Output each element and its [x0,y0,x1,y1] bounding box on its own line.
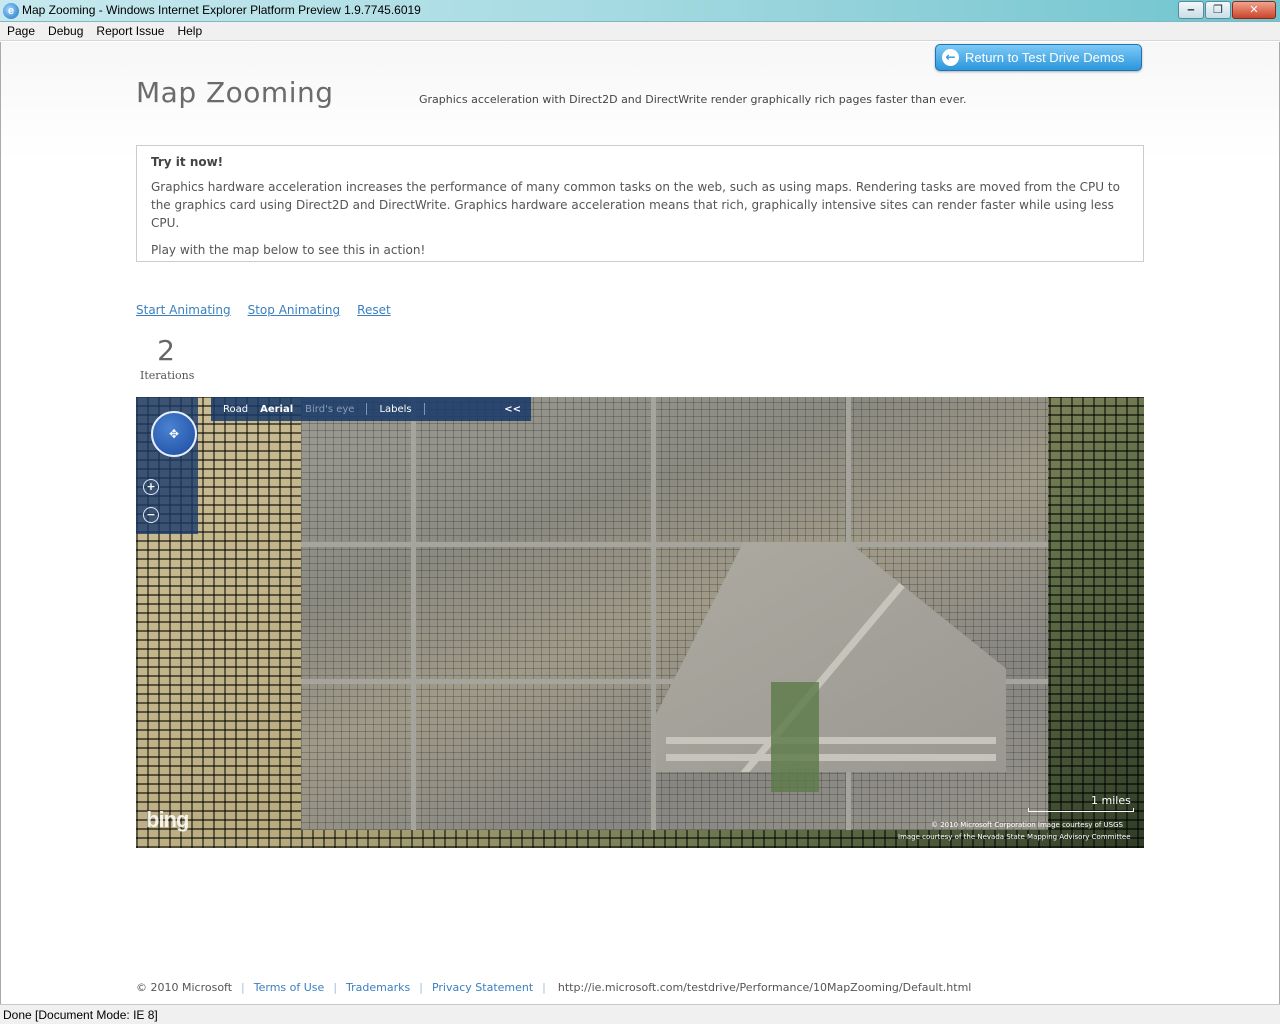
menu-page[interactable]: Page [0,22,41,40]
aerial-imagery [301,397,1048,830]
terms-of-use-link[interactable]: Terms of Use [254,981,325,994]
map-scale-bar [1028,808,1134,812]
footer-copyright: © 2010 Microsoft [136,981,233,994]
start-animating-link[interactable]: Start Animating [136,303,231,317]
collapse-nav-icon[interactable]: << [504,404,521,415]
stop-animating-link[interactable]: Stop Animating [248,303,341,317]
runway [666,737,996,744]
return-label: Return to Test Drive Demos [965,50,1125,65]
title-bar: e Map Zooming - Windows Internet Explore… [0,0,1280,22]
map-view-road[interactable]: Road [223,404,260,415]
page-url: http://ie.microsoft.com/testdrive/Perfor… [557,981,972,994]
page-title: Map Zooming [136,76,334,109]
privacy-statement-link[interactable]: Privacy Statement [432,981,533,994]
nav-divider [423,403,425,415]
iterations-label: Iterations [140,369,195,382]
info-paragraph-cta: Play with the map below to see this in a… [151,243,426,257]
map-view-aerial[interactable]: Aerial [260,404,305,415]
info-paragraph: Graphics hardware acceleration increases… [151,180,1120,230]
runway [666,754,996,761]
reset-link[interactable]: Reset [357,303,391,317]
iterations-count: 2 [157,334,175,367]
animation-controls: Start Animating Stop Animating Reset [136,303,391,317]
return-to-demos-button[interactable]: ← Return to Test Drive Demos [935,44,1142,71]
maximize-button[interactable]: ❐ [1205,1,1231,19]
airport-area [656,542,1006,772]
menu-debug[interactable]: Debug [41,22,89,40]
status-text: Done [Document Mode: IE 8] [3,1008,158,1022]
menu-bar: Page Debug Report Issue Help [0,22,1280,41]
menu-help[interactable]: Help [170,22,208,40]
footer-divider: | [241,981,245,994]
map-scale-label: 1 miles [1091,794,1131,807]
map-controls-panel: ✥ + − [136,397,198,534]
minimize-button[interactable]: ‒ [1178,1,1204,19]
window-controls: ‒ ❐ ✕ [1178,1,1276,19]
close-button[interactable]: ✕ [1232,1,1276,19]
menu-report-issue[interactable]: Report Issue [89,22,170,40]
map-road [651,397,656,830]
map-road [301,542,1048,547]
map-view-birds-eye[interactable]: Bird's eye [305,404,366,415]
page-footer: © 2010 Microsoft | Terms of Use | Tradem… [136,981,971,994]
footer-divider: | [542,981,546,994]
nav-divider [366,403,368,415]
trademarks-link[interactable]: Trademarks [346,981,410,994]
footer-divider: | [419,981,423,994]
bing-map[interactable]: ✥ + − Road Aerial Bird's eye Labels << b… [136,397,1144,848]
try-it-now-box: Try it now! Graphics hardware accelerati… [136,145,1144,262]
pan-compass-icon[interactable]: ✥ [151,411,197,457]
bing-logo: bing [146,807,189,832]
map-copyright: © 2010 Microsoft Corporation Image court… [931,821,1123,829]
map-road [411,397,416,830]
ie-logo-icon: e [3,3,19,19]
back-arrow-icon: ← [942,49,959,66]
map-view-bar: Road Aerial Bird's eye Labels << [211,397,531,421]
page-subtitle: Graphics acceleration with Direct2D and … [419,93,967,106]
map-copyright-imagery: Image courtesy of the Nevada State Mappi… [898,833,1131,841]
status-bar: Done [Document Mode: IE 8] [0,1004,1280,1024]
map-view-labels[interactable]: Labels [379,404,423,415]
footer-divider: | [333,981,338,994]
zoom-in-icon[interactable]: + [143,479,159,495]
window-title: Map Zooming - Windows Internet Explorer … [22,3,421,17]
info-heading: Try it now! [151,155,224,169]
zoom-out-icon[interactable]: − [143,507,159,523]
golf-course [771,682,819,792]
